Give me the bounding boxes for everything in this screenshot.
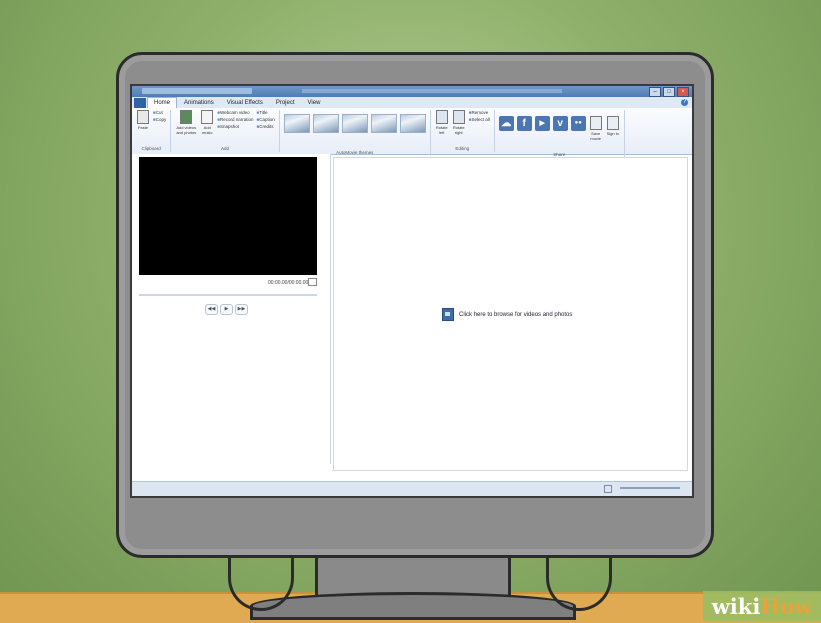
credits-button[interactable]: Credits xyxy=(256,124,274,129)
watermark-how: How xyxy=(760,593,813,619)
theme-thumbnail[interactable] xyxy=(283,114,310,133)
sign-in-button[interactable]: Sign in xyxy=(606,116,620,136)
preview-pane: 00:00.00/00:00.00 ◀◀ ▶ ▶▶ xyxy=(132,154,331,464)
tab-view[interactable]: View xyxy=(302,98,327,108)
paste-label: Paste xyxy=(137,125,149,130)
rotate-right-icon xyxy=(452,110,465,124)
play-button[interactable]: ▶ xyxy=(220,304,233,315)
close-button[interactable]: × xyxy=(677,87,689,97)
automovie-themes-group: AutoMovie themes xyxy=(283,110,431,156)
rotate-left-label: Rotate left xyxy=(435,125,448,135)
clipboard-group-label: Clipboard xyxy=(141,146,161,151)
share-group: ☁ f ▶ v ●● Save movie Sign in Share xyxy=(498,110,625,158)
paste-button[interactable]: Paste xyxy=(136,110,150,130)
theme-thumbnail[interactable] xyxy=(341,114,368,133)
tab-visual-effects[interactable]: Visual Effects xyxy=(221,98,269,108)
add-music-label: Add music xyxy=(202,125,213,135)
paste-icon xyxy=(137,110,149,124)
snapshot-button[interactable]: Snapshot xyxy=(217,124,253,129)
playback-controls: ◀◀ ▶ ▶▶ xyxy=(205,304,248,315)
copy-button[interactable]: Copy xyxy=(153,117,167,122)
fullscreen-icon[interactable] xyxy=(308,278,317,286)
rotate-right-button[interactable]: Rotate right xyxy=(452,110,466,135)
save-movie-label: Save movie xyxy=(590,131,602,141)
window-title xyxy=(302,89,562,93)
help-icon[interactable]: ? xyxy=(681,99,688,106)
tab-file[interactable] xyxy=(134,98,146,108)
title-bar: – □ × xyxy=(132,86,692,97)
add-videos-label: Add videos and photos xyxy=(176,125,197,135)
next-frame-button[interactable]: ▶▶ xyxy=(235,304,248,315)
film-icon xyxy=(180,110,193,124)
youtube-icon[interactable]: ▶ xyxy=(534,116,550,131)
add-group: Add videos and photos Add music Webcam v… xyxy=(175,110,280,152)
save-movie-icon xyxy=(589,116,602,130)
quick-access-toolbar[interactable] xyxy=(142,88,252,94)
tab-home[interactable]: Home xyxy=(147,97,178,108)
previous-frame-button[interactable]: ◀◀ xyxy=(205,304,218,315)
ribbon-tabs: Home Animations Visual Effects Project V… xyxy=(132,97,692,108)
timecode: 00:00.00/00:00.00 xyxy=(268,280,309,286)
sign-in-label: Sign in xyxy=(606,131,619,136)
editing-group: Rotate left Rotate right Remove Select a… xyxy=(435,110,495,152)
ribbon: Paste Cut Copy Clipboard Add videos and … xyxy=(132,108,692,158)
caption-button[interactable]: Caption xyxy=(256,117,275,122)
status-bar xyxy=(132,481,692,496)
cut-button[interactable]: Cut xyxy=(153,110,166,115)
zoom-slider[interactable] xyxy=(620,487,680,489)
clipboard-group: Paste Cut Copy Clipboard xyxy=(136,110,172,152)
movie-maker-window: – □ × Home Animations Visual Effects Pro… xyxy=(130,84,694,498)
record-narration-button[interactable]: Record narration xyxy=(217,117,254,122)
maximize-button[interactable]: □ xyxy=(663,87,675,97)
monitor-stand-base xyxy=(250,592,576,620)
music-note-icon xyxy=(201,110,214,124)
facebook-icon[interactable]: f xyxy=(516,116,532,131)
rotate-left-button[interactable]: Rotate left xyxy=(435,110,449,135)
select-all-button[interactable]: Select all xyxy=(469,117,489,122)
rotate-left-icon xyxy=(435,110,448,124)
webcam-video-button[interactable]: Webcam video xyxy=(217,110,253,115)
flickr-icon[interactable]: ●● xyxy=(570,116,586,131)
sign-in-icon xyxy=(606,116,619,130)
skydrive-icon[interactable]: ☁ xyxy=(498,116,514,131)
video-preview[interactable] xyxy=(139,157,317,275)
wikihow-watermark: wiki How xyxy=(703,591,821,621)
thumbnail-size-icon[interactable] xyxy=(604,485,612,493)
theme-thumbnail[interactable] xyxy=(399,114,426,133)
browse-text[interactable]: Click here to browse for videos and phot… xyxy=(459,312,572,318)
watermark-wiki: wiki xyxy=(711,593,761,619)
remove-button[interactable]: Remove xyxy=(469,110,490,115)
add-music-button[interactable]: Add music xyxy=(200,110,214,135)
save-movie-button[interactable]: Save movie xyxy=(589,116,603,141)
theme-thumbnail[interactable] xyxy=(312,114,339,133)
storyboard-pane[interactable]: Click here to browse for videos and phot… xyxy=(333,157,688,471)
add-media-icon xyxy=(442,308,454,321)
title-button[interactable]: Title xyxy=(256,110,274,115)
seek-bar[interactable] xyxy=(139,294,317,296)
rotate-right-label: Rotate right xyxy=(452,125,465,135)
add-videos-button[interactable]: Add videos and photos xyxy=(175,110,197,135)
add-group-label: Add xyxy=(220,146,229,151)
minimize-button[interactable]: – xyxy=(649,87,661,97)
browse-videos-link[interactable]: Click here to browse for videos and phot… xyxy=(442,308,572,321)
tab-project[interactable]: Project xyxy=(270,98,301,108)
theme-thumbnail[interactable] xyxy=(370,114,397,133)
tab-animations[interactable]: Animations xyxy=(178,98,220,108)
editing-group-label: Editing xyxy=(455,146,470,151)
vimeo-icon[interactable]: v xyxy=(552,116,568,131)
